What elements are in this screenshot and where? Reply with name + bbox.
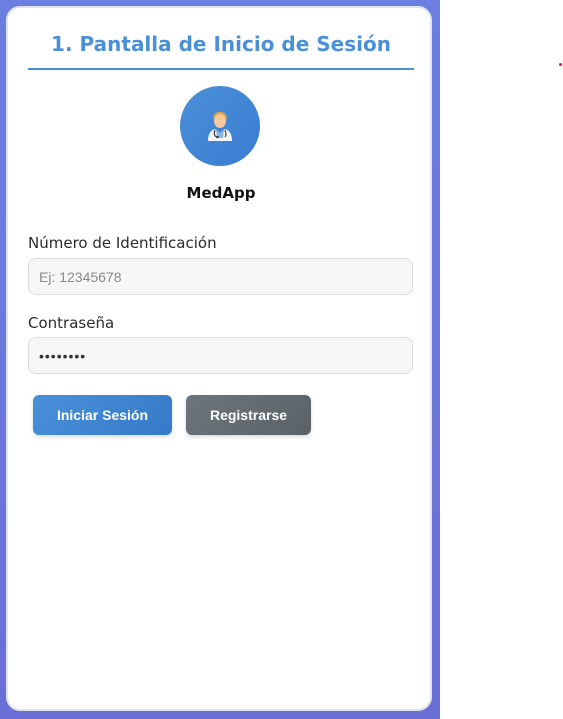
page-title: 1. Pantalla de Inicio de Sesión xyxy=(51,32,391,56)
id-number-label: Número de Identificación xyxy=(28,234,217,252)
password-input[interactable] xyxy=(28,337,413,374)
page-background-frame: 1. Pantalla de Inicio de Sesión MedApp N… xyxy=(0,0,440,719)
login-button[interactable]: Iniciar Sesión xyxy=(33,395,172,435)
login-card: 1. Pantalla de Inicio de Sesión MedApp N… xyxy=(6,6,432,711)
doctor-icon-graphic xyxy=(208,112,232,141)
register-button[interactable]: Registrarse xyxy=(186,395,311,435)
id-number-input[interactable] xyxy=(28,258,413,295)
red-dot-marker xyxy=(559,63,562,66)
title-divider xyxy=(28,68,414,70)
doctor-icon xyxy=(180,86,260,166)
password-label: Contraseña xyxy=(28,314,115,332)
app-name: MedApp xyxy=(186,184,256,202)
